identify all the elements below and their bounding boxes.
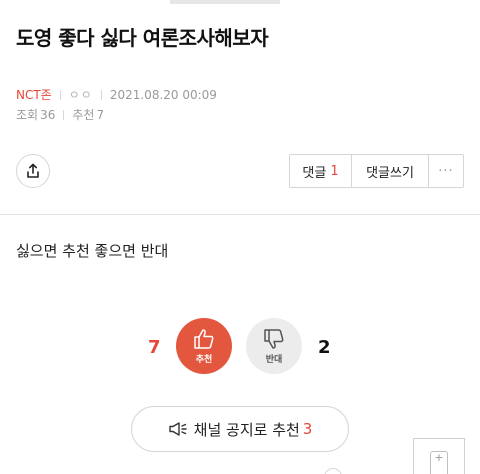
post-body: 싫으면 추천 좋으면 반대 [16,242,169,260]
post-date: 2021.08.20 00:09 [109,87,217,102]
thumbs-up-icon [194,329,214,349]
downvote-label: 반대 [265,355,283,365]
recommend-count: 7 [96,107,105,122]
downvote-count: 2 [318,337,331,358]
scroll-widget[interactable]: + [413,438,465,474]
share-icon [27,163,39,178]
top-image-edge [170,0,280,4]
meta-divider [59,89,61,100]
author-name[interactable]: ㅇㅇ [69,86,93,103]
comments-count: 1 [330,163,339,179]
comments-label: 댓글 [302,165,327,181]
recommend-label: 추천 [72,108,95,122]
meta-divider [63,109,65,120]
bottom-circle-control[interactable] [324,468,342,474]
notice-label: 채널 공지로 추천 [193,420,300,439]
thumbs-down-icon [264,329,284,349]
views-count: 36 [40,107,56,122]
post-meta-stats: 조회 36 추천 7 [16,106,104,123]
megaphone-icon [168,420,188,438]
vote-area: 7 추천 반대 2 [0,316,480,376]
scroll-widget-icon: + [430,451,448,474]
notice-count: 3 [302,420,313,438]
write-comment-button[interactable]: 댓글쓰기 [352,155,429,187]
upvote-count: 7 [148,337,161,358]
views-label: 조회 [16,108,39,122]
board-name-link[interactable]: NCT존 [16,86,52,103]
comment-button-group: 댓글 1 댓글쓰기 ··· [289,154,464,188]
more-options-button[interactable]: ··· [429,155,463,187]
post-title: 도영 좋다 싫다 여론조사해보자 [16,26,269,50]
downvote-button[interactable]: 반대 [246,318,302,374]
top-strip [0,0,480,4]
content-divider [0,214,480,215]
comments-button[interactable]: 댓글 1 [290,155,352,187]
upvote-button[interactable]: 추천 [176,318,232,374]
meta-divider [100,89,102,100]
channel-notice-recommend-button[interactable]: 채널 공지로 추천 3 [131,406,349,452]
upvote-label: 추천 [195,355,213,365]
share-button[interactable] [16,154,50,188]
post-meta-primary: NCT존 ㅇㅇ 2021.08.20 00:09 [16,86,217,103]
